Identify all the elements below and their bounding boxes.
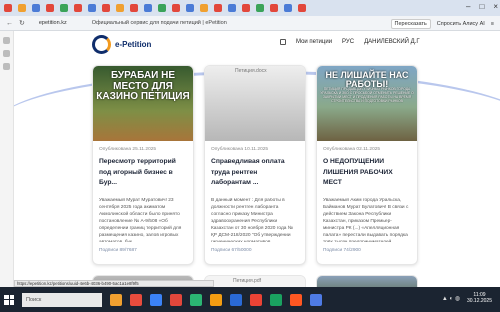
publish-date: Опубликована 25.11.2025 <box>99 147 157 152</box>
retell-button[interactable]: Пересказать <box>390 19 431 29</box>
taskbar-app-icon[interactable] <box>170 293 182 306</box>
browser-tab-favicon[interactable] <box>88 4 96 12</box>
browser-tab-favicon[interactable] <box>102 4 110 12</box>
taskbar-search[interactable]: Поиск <box>22 292 102 307</box>
petition-image: Петиция.docx <box>205 66 305 141</box>
taskbar-app-icon[interactable] <box>290 293 302 306</box>
petition-image: БУРАБАИ НЕ МЕСТО ДЛЯ КАЗИНО ПЕТИЦИЯ <box>93 66 193 141</box>
status-bar-url: https://epetition.kz/petitions/uuid-4e6b… <box>14 280 214 287</box>
browser-tab-favicon[interactable] <box>270 4 278 12</box>
grid-icon <box>280 39 286 45</box>
clock[interactable]: 11:09 30.12.2025 <box>467 292 492 305</box>
site-header: e-Petition Мои петиции РУС ДАНИЛЕВСКИЙ Д… <box>14 31 500 57</box>
sidebar-icon[interactable] <box>3 37 10 44</box>
clock-date: 30.12.2025 <box>466 298 492 305</box>
back-icon[interactable]: ← <box>6 20 13 27</box>
publish-date: Опубликована 10.11.2025 <box>211 147 269 152</box>
menu-icon[interactable]: ≡ <box>491 21 494 27</box>
browser-tab-favicon[interactable] <box>242 4 250 12</box>
publish-date: Опубликована 02.11.2025 <box>323 147 381 152</box>
petition-card[interactable]: Петиция.docx Опубликована 10.11.2025 Спр… <box>204 65 306 265</box>
browser-tab-favicon[interactable] <box>228 4 236 12</box>
browser-tab-favicon[interactable] <box>116 4 124 12</box>
browser-tab-favicon[interactable] <box>130 4 138 12</box>
petition-card[interactable] <box>316 275 418 287</box>
ask-alice-button[interactable]: Спросить Алису AI <box>437 21 485 27</box>
browser-tab-favicon[interactable] <box>214 4 222 12</box>
browser-tab-favicon[interactable] <box>158 4 166 12</box>
taskbar-app-icon[interactable] <box>150 293 162 306</box>
minimize-icon[interactable]: – <box>466 2 470 11</box>
browser-toolbar: ← ↻ epetition.kz Официальный сервис для … <box>0 16 500 31</box>
petition-card[interactable]: Петиция.pdf <box>204 275 306 287</box>
maximize-icon[interactable]: □ <box>479 2 484 11</box>
signatures-count: Подписи 67/50000 <box>211 248 252 254</box>
broken-image-alt: Петиция.pdf <box>205 276 305 287</box>
taskbar-app-icon[interactable] <box>110 293 122 306</box>
sidebar-icon[interactable] <box>3 50 10 57</box>
petition-title[interactable]: Справедливая оплата труда рентген лабора… <box>211 157 299 189</box>
epetition-logo-icon[interactable] <box>92 35 111 54</box>
browser-tab-favicon[interactable] <box>32 4 40 12</box>
petition-title[interactable]: Пересмотр территорий под игорный бизнес … <box>99 157 187 189</box>
browser-tab-favicon[interactable] <box>256 4 264 12</box>
my-petitions-link[interactable]: Мои петиции <box>296 39 332 45</box>
browser-sidebar <box>0 31 14 287</box>
browser-tab-favicon[interactable] <box>46 4 54 12</box>
language-switch[interactable]: РУС <box>342 39 354 45</box>
user-menu[interactable]: ДАНИЛЕВСКИЙ Д.Г <box>364 39 420 45</box>
browser-tab-favicon[interactable] <box>298 4 306 12</box>
browser-tab-strip: – □ × <box>0 0 500 16</box>
page-content: e-Petition Мои петиции РУС ДАНИЛЕВСКИЙ Д… <box>14 31 500 287</box>
petition-title[interactable]: О НЕДОПУЩЕНИИ ЛИШЕНИЯ РАБОЧИХ МЕСТ <box>323 157 411 189</box>
petition-image: НЕ ЛИШАЙТЕ НАС РАБОТЫ! ПЕТИЦИЯ ПРОДАВЦОВ… <box>317 66 417 141</box>
petition-cards: БУРАБАИ НЕ МЕСТО ДЛЯ КАЗИНО ПЕТИЦИЯ Опуб… <box>92 65 418 265</box>
taskbar-app-icon[interactable] <box>130 293 142 306</box>
signatures-count: Подписи 89/7687 <box>99 248 137 254</box>
taskbar-app-icon[interactable] <box>310 293 322 306</box>
browser-tab-favicon[interactable] <box>74 4 82 12</box>
image-subtitle: ПЕТИЦИЯ ПРОДАВЦОВ УЛИЧНЫХ РЫНКОВ ГОРОДА … <box>320 87 414 103</box>
taskbar-app-icon[interactable] <box>270 293 282 306</box>
taskbar-app-icon[interactable] <box>190 293 202 306</box>
browser-tab-favicon[interactable] <box>186 4 194 12</box>
signatures-count: Подписи 74/2900 <box>323 248 361 254</box>
taskbar: Поиск ▲ ◐ ◍ 11:09 30.12.2025 <box>0 287 500 312</box>
browser-tab-favicon[interactable] <box>4 4 12 12</box>
browser-tab-favicon[interactable] <box>144 4 152 12</box>
window-controls: – □ × <box>466 2 498 11</box>
page-title: Официальный сервис для подачи петиций | … <box>91 20 227 26</box>
image-title: БУРАБАИ НЕ МЕСТО ДЛЯ КАЗИНО ПЕТИЦИЯ <box>96 70 190 102</box>
broken-image-alt: Петиция.docx <box>235 68 267 74</box>
petition-excerpt: Уважаемый Мурат Муратович! 23 сентября 2… <box>99 198 182 242</box>
browser-tab-favicon[interactable] <box>172 4 180 12</box>
url-bar[interactable]: epetition.kz <box>39 20 67 26</box>
petition-excerpt: Уважаемый Аким города Уральска, Байманов… <box>323 198 409 242</box>
browser-tab-favicon[interactable] <box>200 4 208 12</box>
taskbar-app-icon[interactable] <box>210 293 222 306</box>
browser-tab-favicon[interactable] <box>18 4 26 12</box>
taskbar-app-icon[interactable] <box>230 293 242 306</box>
close-icon[interactable]: × <box>493 2 498 11</box>
petition-card[interactable]: БУРАБАИ НЕ МЕСТО ДЛЯ КАЗИНО ПЕТИЦИЯ Опуб… <box>92 65 194 265</box>
petition-excerpt: В данный момент : Для работы в должности… <box>211 198 293 242</box>
windows-start-icon[interactable] <box>4 294 14 305</box>
browser-tab-favicon[interactable] <box>60 4 68 12</box>
sidebar-icon[interactable] <box>3 63 10 70</box>
reload-icon[interactable]: ↻ <box>19 19 25 27</box>
taskbar-app-icon[interactable] <box>250 293 262 306</box>
petition-card[interactable]: НЕ ЛИШАЙТЕ НАС РАБОТЫ! ПЕТИЦИЯ ПРОДАВЦОВ… <box>316 65 418 265</box>
logo-text[interactable]: e-Petition <box>115 40 151 49</box>
browser-tab-favicon[interactable] <box>284 4 292 12</box>
tray-icons[interactable]: ▲ ◐ ◍ <box>442 295 460 302</box>
